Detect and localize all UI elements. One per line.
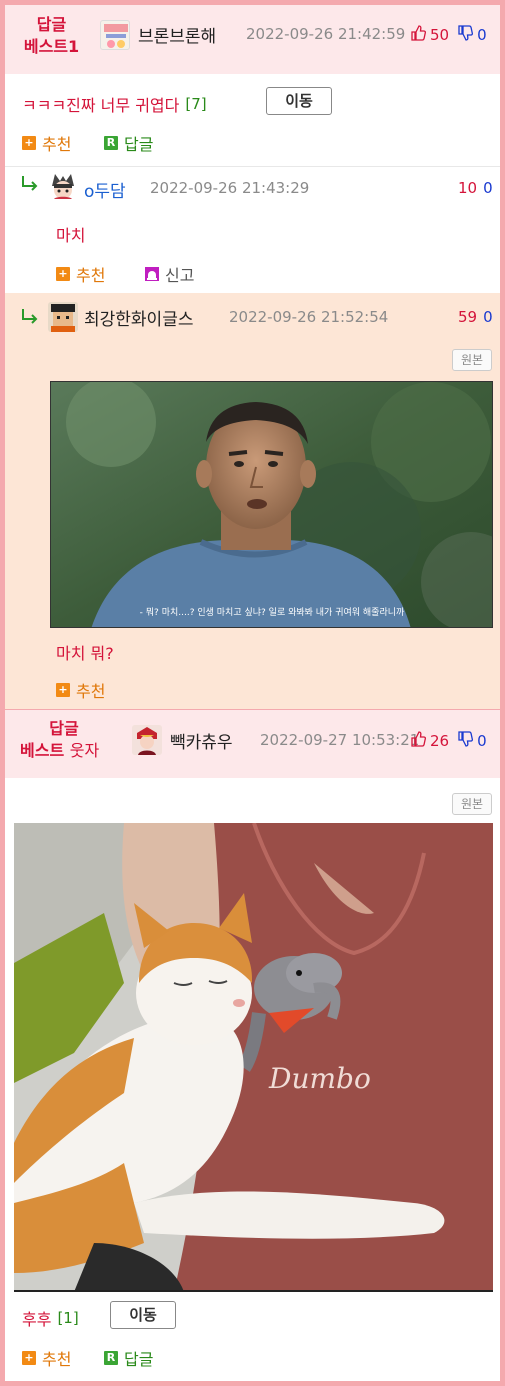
- recommend-label: 추천: [76, 266, 106, 285]
- reply-count[interactable]: [7]: [185, 95, 206, 113]
- recommend-label: 추천: [42, 1350, 72, 1369]
- downvote-count: 0: [483, 308, 493, 326]
- avatar[interactable]: [100, 20, 130, 50]
- reply-label: 답글: [124, 135, 154, 154]
- siren-icon: [145, 267, 159, 281]
- comment-date: 2022-09-26 21:43:29: [150, 179, 310, 197]
- best-badge-line2: 베스트: [20, 741, 65, 760]
- attached-image-man[interactable]: - 뭐? 마치....? 인생 마치고 싶냐? 일로 와봐봐 내가 귀여워 해줄…: [50, 381, 493, 628]
- comment-text: 후후: [22, 1310, 52, 1329]
- reply-button[interactable]: R 답글: [104, 1346, 153, 1370]
- reply-arrow-icon: [20, 306, 40, 331]
- thumb-up-icon[interactable]: [410, 731, 426, 751]
- nickname[interactable]: 최강한화이글스: [84, 305, 193, 330]
- upvote-count: 50: [430, 26, 450, 44]
- reply-button[interactable]: R 답글: [104, 131, 153, 155]
- reply-count[interactable]: [1]: [57, 1309, 78, 1327]
- plus-icon: +: [56, 683, 70, 697]
- avatar[interactable]: [132, 725, 162, 755]
- best-badge-category[interactable]: 웃자: [70, 741, 99, 760]
- video-subtitle: - 뭐? 마치....? 인생 마치고 싶냐? 일로 와봐봐 내가 귀여워 해줄…: [140, 606, 405, 618]
- report-button[interactable]: 신고: [145, 262, 194, 286]
- reply-r-icon: R: [104, 1351, 118, 1365]
- reply-arrow-icon: [20, 173, 40, 198]
- comment-date: 2022-09-26 21:42:59: [246, 25, 406, 43]
- reply-r-icon: R: [104, 136, 118, 150]
- recommend-button[interactable]: + 추천: [56, 678, 105, 702]
- move-button[interactable]: 이동: [110, 1301, 176, 1329]
- recommend-button[interactable]: + 추천: [22, 131, 71, 155]
- best-badge: 답글 베스트1: [14, 14, 89, 58]
- vote-box: 26 0: [410, 731, 487, 751]
- upvote-count: 59: [458, 308, 478, 326]
- upvote-count: 26: [430, 732, 450, 750]
- comment-body: ㅋㅋㅋ진짜 너무 귀엽다 [7]: [22, 92, 207, 116]
- thumb-up-icon[interactable]: [410, 25, 426, 45]
- report-label: 신고: [165, 266, 195, 285]
- plus-icon: +: [22, 1351, 36, 1365]
- comment-text: 마치 뭐?: [56, 644, 114, 663]
- thumb-down-icon[interactable]: [457, 731, 474, 751]
- comment-date: 2022-09-27 10:53:21: [260, 731, 420, 749]
- best-badge-line1: 답글: [49, 719, 79, 738]
- move-button[interactable]: 이동: [266, 87, 332, 115]
- downvote-count: 0: [477, 26, 487, 44]
- vote-box: 50 0: [410, 25, 487, 45]
- original-image-button[interactable]: 원본: [452, 349, 492, 371]
- divider: [5, 166, 500, 167]
- nickname[interactable]: o두담: [84, 177, 126, 202]
- comment-body: 후후 [1]: [22, 1306, 79, 1330]
- recommend-label: 추천: [76, 682, 106, 701]
- comment-text: ㅋㅋㅋ진짜 너무 귀엽다: [22, 96, 180, 115]
- avatar[interactable]: [48, 302, 78, 332]
- best-badge-line1: 답글: [36, 15, 67, 34]
- comment-date: 2022-09-26 21:52:54: [229, 308, 389, 326]
- avatar[interactable]: [48, 172, 78, 202]
- recommend-button[interactable]: + 추천: [22, 1346, 71, 1370]
- best-badge: 답글 베스트 웃자: [14, 718, 124, 762]
- recommend-label: 추천: [42, 135, 72, 154]
- nickname[interactable]: 브론브론해: [138, 22, 216, 47]
- thumb-down-icon[interactable]: [457, 25, 474, 45]
- downvote-count: 0: [477, 732, 487, 750]
- best-badge-line2: 베스트1: [23, 37, 80, 56]
- comment-text: 마치: [56, 226, 86, 245]
- recommend-button[interactable]: + 추천: [56, 262, 105, 286]
- vote-box: 59 0: [458, 308, 493, 326]
- plus-icon: +: [56, 267, 70, 281]
- original-image-button[interactable]: 원본: [452, 793, 492, 815]
- vote-box: 10 0: [458, 179, 493, 197]
- reply-label: 답글: [124, 1350, 154, 1369]
- plus-icon: +: [22, 136, 36, 150]
- downvote-count: 0: [483, 179, 493, 197]
- shirt-text: Dumbo: [268, 1062, 371, 1095]
- nickname[interactable]: 빽카츄우: [170, 728, 233, 753]
- upvote-count: 10: [458, 179, 478, 197]
- attached-image-cat[interactable]: Dumbo: [14, 823, 493, 1292]
